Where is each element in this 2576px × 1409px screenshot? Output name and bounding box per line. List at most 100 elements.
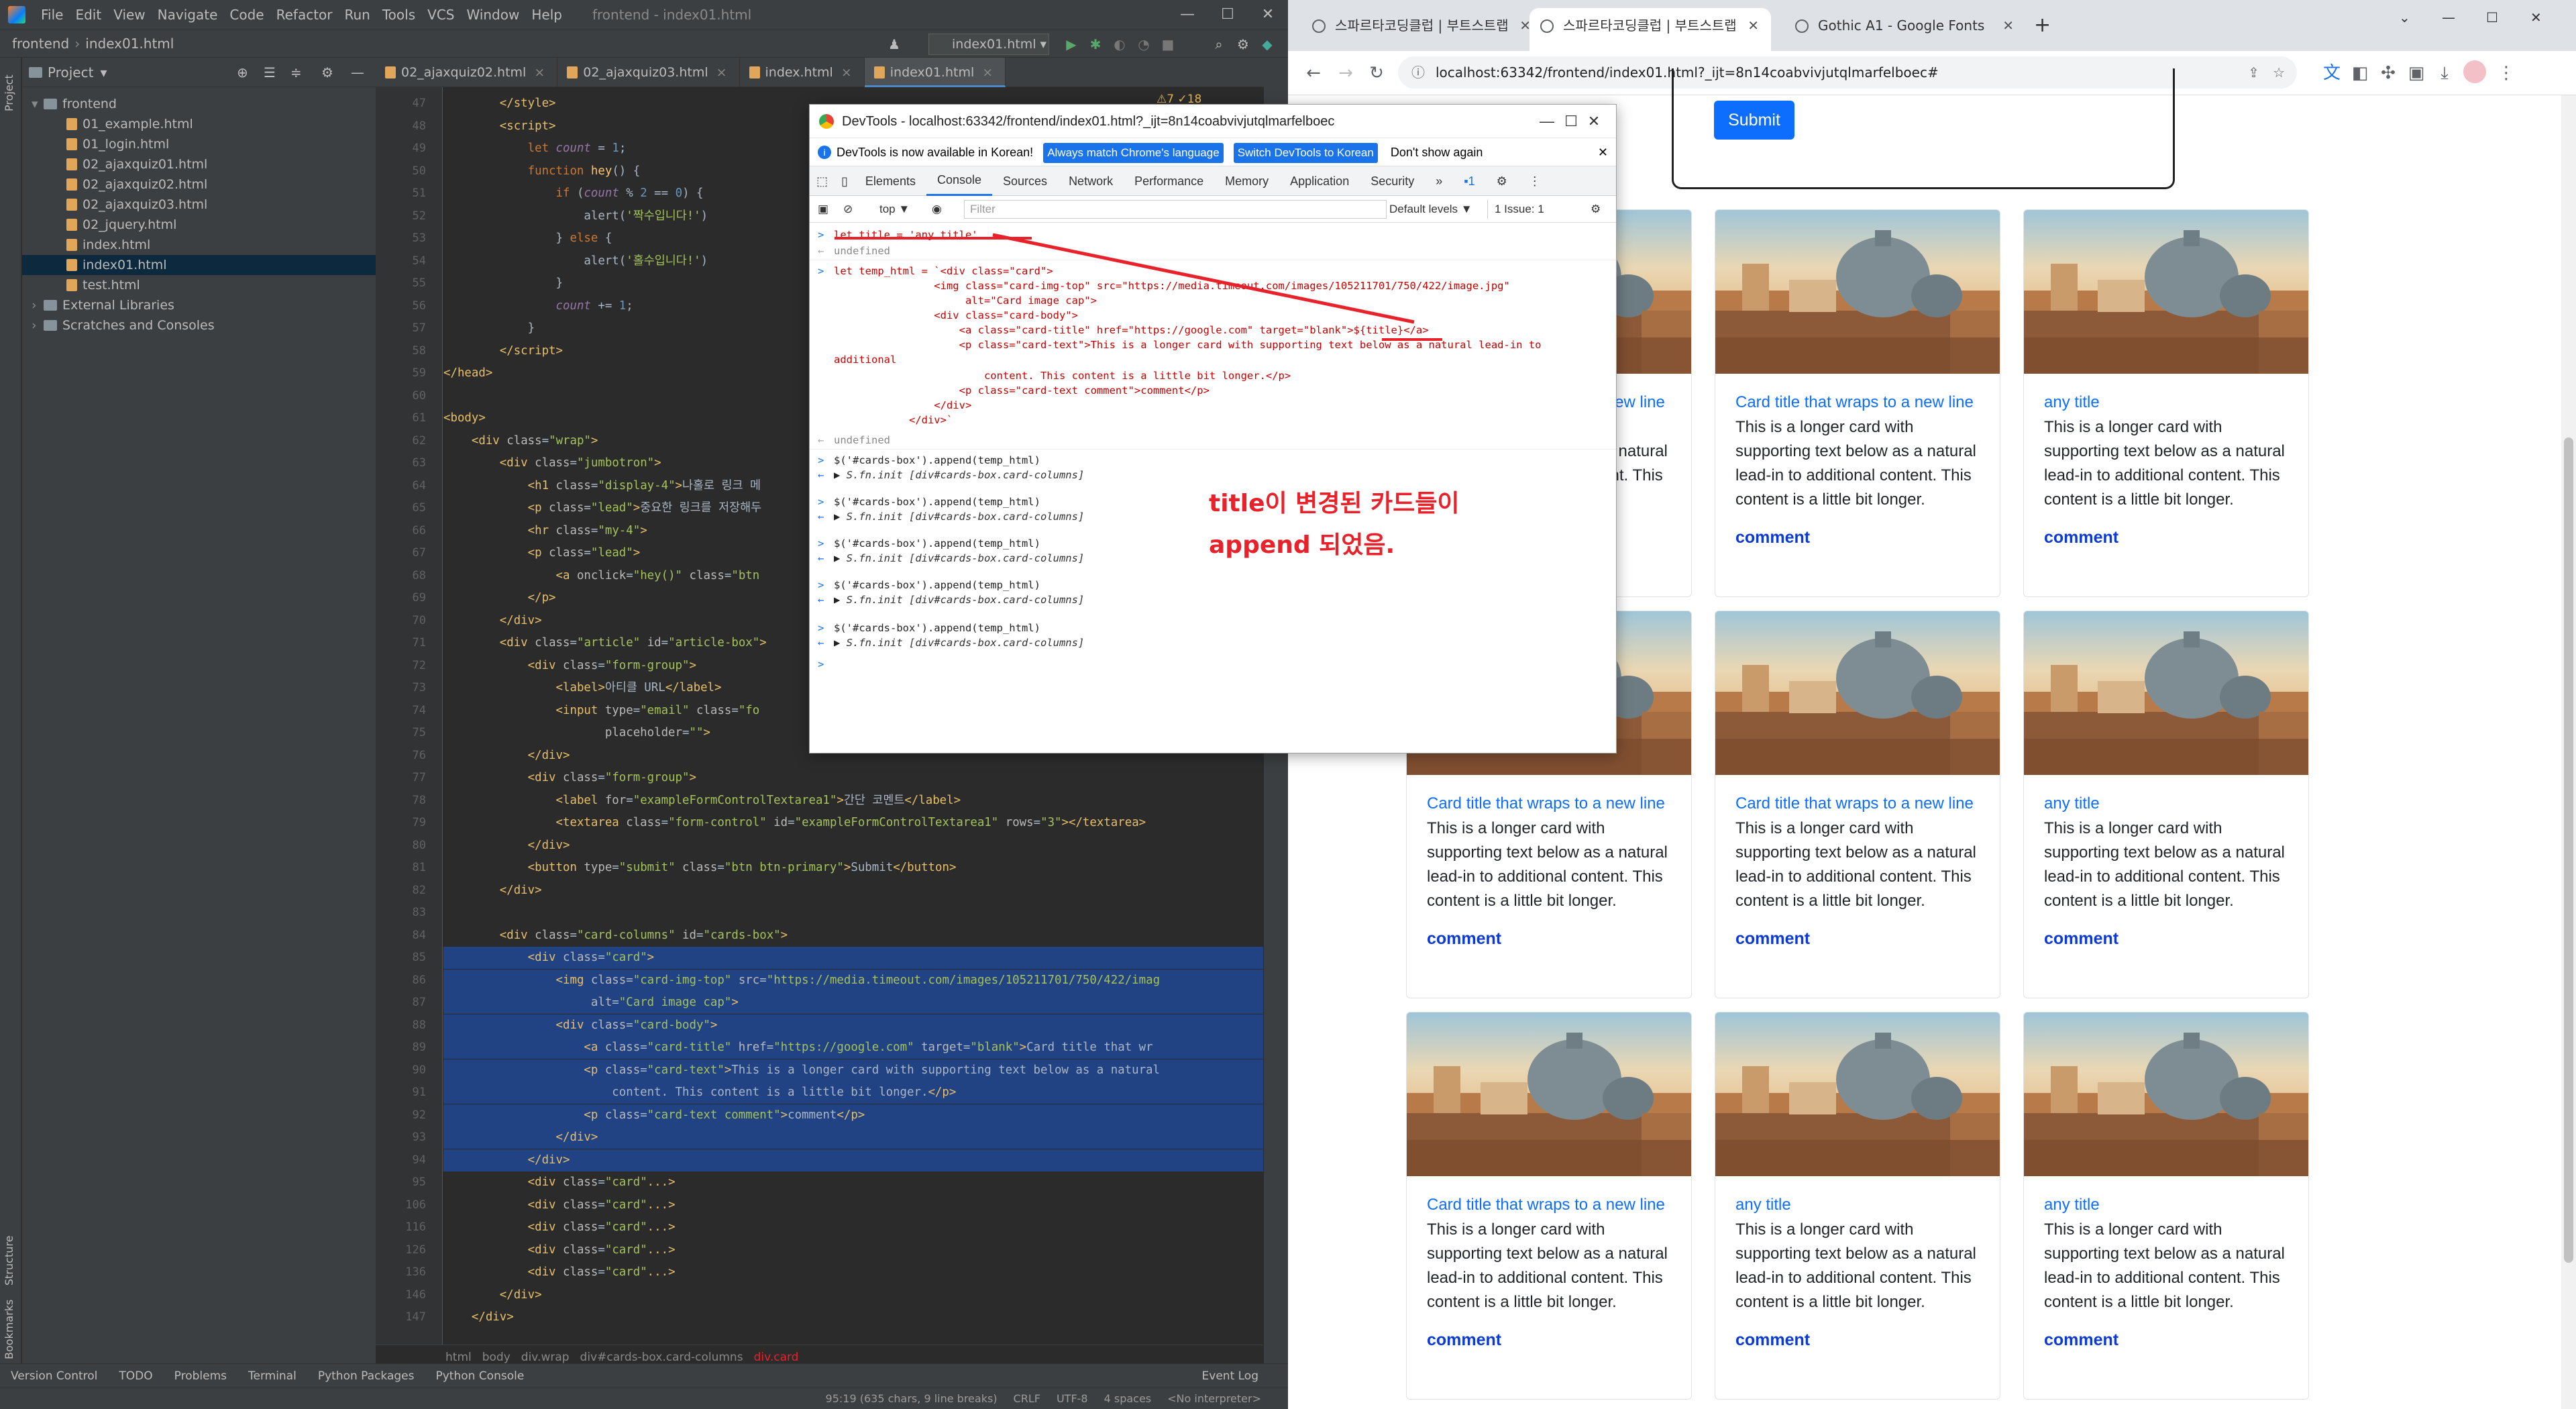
code-line[interactable]: <body>: [443, 407, 486, 429]
settings-gear-icon[interactable]: ⚙: [1234, 36, 1252, 53]
project-label[interactable]: Project: [48, 64, 93, 81]
console-row[interactable]: ← ▶ S.fn.init [div#cards-box.card-columns…: [810, 592, 1616, 607]
menu-view[interactable]: View: [107, 0, 151, 30]
issues-badge[interactable]: ▪1: [1453, 166, 1485, 196]
code-line[interactable]: [443, 902, 450, 924]
tab-close-icon[interactable]: ×: [841, 65, 852, 80]
code-line[interactable]: <div class="card"...>: [443, 1239, 676, 1261]
bottom-tab-python-console[interactable]: Python Console: [425, 1369, 535, 1383]
chevron-down-icon[interactable]: ▾: [100, 64, 107, 81]
console-row[interactable]: <p class="card-text comment">comment</p>: [810, 383, 1616, 398]
code-line[interactable]: </div>: [443, 745, 570, 767]
code-line[interactable]: <label for="exampleFormControlTextarea1"…: [443, 790, 961, 812]
code-line[interactable]: </div>: [443, 610, 542, 632]
menu-help[interactable]: Help: [525, 0, 568, 30]
devtools-settings-icon[interactable]: ⚙: [1486, 166, 1518, 196]
card-title-link[interactable]: any title: [1735, 1194, 1980, 1216]
card-title-link[interactable]: any title: [2044, 792, 2288, 815]
tree-file[interactable]: index.html: [22, 235, 376, 255]
editor-breadcrumb-item[interactable]: body: [482, 1351, 511, 1364]
code-line[interactable]: <input type="email" class="fo: [443, 700, 760, 722]
bottom-tab-python-packages[interactable]: Python Packages: [307, 1369, 425, 1383]
code-line[interactable]: <div class="card-body">: [443, 1014, 1263, 1037]
console-row[interactable]: content. This content is a little bit lo…: [810, 368, 1616, 383]
browser-maximize-icon[interactable]: ☐: [2475, 0, 2509, 43]
device-toolbar-icon[interactable]: ▯: [835, 166, 855, 196]
match-language-button[interactable]: Always match Chrome's language: [1043, 143, 1224, 163]
download-icon[interactable]: ⤓: [2434, 63, 2455, 83]
code-line[interactable]: let count = 1;: [443, 138, 627, 160]
code-line[interactable]: </div>: [443, 1127, 1263, 1149]
submit-button[interactable]: Submit: [1714, 101, 1794, 140]
browser-close-icon[interactable]: ✕: [2520, 0, 2553, 43]
menu-code[interactable]: Code: [223, 0, 270, 30]
console-row[interactable]: </div>: [810, 398, 1616, 413]
more-tabs-icon[interactable]: »: [1425, 166, 1453, 196]
code-line[interactable]: </div>: [443, 880, 542, 902]
status-item[interactable]: CRLF: [1014, 1392, 1040, 1405]
code-line[interactable]: </div>: [443, 1306, 514, 1328]
ext-icon[interactable]: ◧: [2349, 63, 2371, 83]
card-title-link[interactable]: Card title that wraps to a new line: [1735, 391, 1980, 414]
code-line[interactable]: <div class="card">: [443, 947, 1263, 969]
console-row[interactable]: > $('#cards-box').append(temp_html): [810, 578, 1616, 592]
console-row[interactable]: ← undefined: [810, 433, 1616, 448]
devtools-tab-network[interactable]: Network: [1058, 166, 1124, 196]
user-icon[interactable]: ♟: [885, 36, 903, 53]
plugin-icon[interactable]: ◆: [1258, 36, 1276, 53]
tree-folder[interactable]: ▾ frontend: [22, 94, 376, 114]
tab-close-icon[interactable]: ×: [534, 65, 545, 80]
console-row[interactable]: > $('#cards-box').append(temp_html): [810, 453, 1616, 468]
new-tab-button[interactable]: +: [2023, 8, 2061, 51]
issues-counter[interactable]: 1 Issue: 1: [1487, 200, 1544, 219]
code-line[interactable]: <a class="card-title" href="https://goog…: [443, 1037, 1263, 1059]
minimize-icon[interactable]: —: [1167, 0, 1208, 30]
tree-folder[interactable]: › Scratches and Consoles: [22, 315, 376, 335]
code-line[interactable]: </head>: [443, 362, 492, 384]
browser-tab[interactable]: 스파르타코딩클럽 | 부트스트랩 ✕: [1301, 8, 1543, 51]
console-row[interactable]: ← ▶ S.fn.init [div#cards-box.card-columns…: [810, 635, 1616, 650]
code-line[interactable]: content. This content is a little bit lo…: [443, 1082, 1263, 1104]
devtools-tab-sources[interactable]: Sources: [992, 166, 1058, 196]
code-line[interactable]: <p class="lead">: [443, 542, 641, 564]
scrollbar-thumb[interactable]: [2564, 437, 2573, 1263]
code-line[interactable]: <textarea class="form-control" id="examp…: [443, 812, 1146, 834]
project-tool-tab[interactable]: Project: [3, 74, 15, 111]
code-line[interactable]: <div class="wrap">: [443, 430, 598, 452]
inspect-icon[interactable]: ⬚: [810, 166, 835, 196]
tree-file[interactable]: 02_jquery.html: [22, 215, 376, 235]
expand-all-icon[interactable]: ☰: [264, 64, 276, 81]
code-line[interactable]: <div class="card"...>: [443, 1261, 676, 1284]
event-log-button[interactable]: Event Log: [1191, 1369, 1288, 1383]
editor-breadcrumb-item[interactable]: div.wrap: [521, 1351, 570, 1364]
code-line[interactable]: <a onclick="hey()" class="btn: [443, 565, 760, 587]
devtools-tab-performance[interactable]: Performance: [1124, 166, 1214, 196]
bookmarks-tool-tab[interactable]: Bookmarks: [3, 1300, 15, 1359]
console-row[interactable]: <img class="card-img-top" src="https://m…: [810, 278, 1616, 293]
code-line[interactable]: </style>: [443, 93, 556, 115]
code-line[interactable]: <script>: [443, 115, 556, 138]
structure-tool-tab[interactable]: Structure: [3, 1236, 15, 1286]
console-row[interactable]: > let temp_html = `<div class="card">: [810, 264, 1616, 278]
code-line[interactable]: <label>아티클 URL</label>: [443, 677, 722, 699]
console-row[interactable]: <p class="card-text">This is a longer ca…: [810, 337, 1616, 352]
code-line[interactable]: <h1 class="display-4">나홀로 링크 메: [443, 475, 761, 497]
code-line[interactable]: }: [443, 317, 535, 340]
extensions-puzzle-icon[interactable]: ✣: [2377, 63, 2399, 83]
run-icon[interactable]: ▶: [1063, 36, 1080, 53]
status-item[interactable]: 4 spaces: [1104, 1392, 1152, 1405]
console-row[interactable]: alt="Card image cap">: [810, 293, 1616, 308]
info-icon[interactable]: ⓘ: [1411, 56, 1425, 89]
code-line[interactable]: alert('홀수입니다!'): [443, 250, 708, 272]
menu-refactor[interactable]: Refactor: [270, 0, 339, 30]
search-icon[interactable]: ⌕: [1210, 36, 1228, 53]
browser-tab[interactable]: Gothic A1 - Google Fonts ✕: [1784, 8, 2026, 51]
tree-file[interactable]: 02_ajaxquiz01.html: [22, 154, 376, 174]
devtools-tab-console[interactable]: Console: [926, 166, 993, 196]
code-line[interactable]: if (count % 2 == 0) {: [443, 182, 704, 205]
code-line[interactable]: [443, 385, 450, 407]
profile-avatar[interactable]: [2463, 60, 2486, 83]
context-select[interactable]: top ▼: [879, 203, 910, 216]
collapse-all-icon[interactable]: ≑: [290, 64, 302, 81]
bottom-tab-todo[interactable]: TODO: [108, 1369, 163, 1383]
